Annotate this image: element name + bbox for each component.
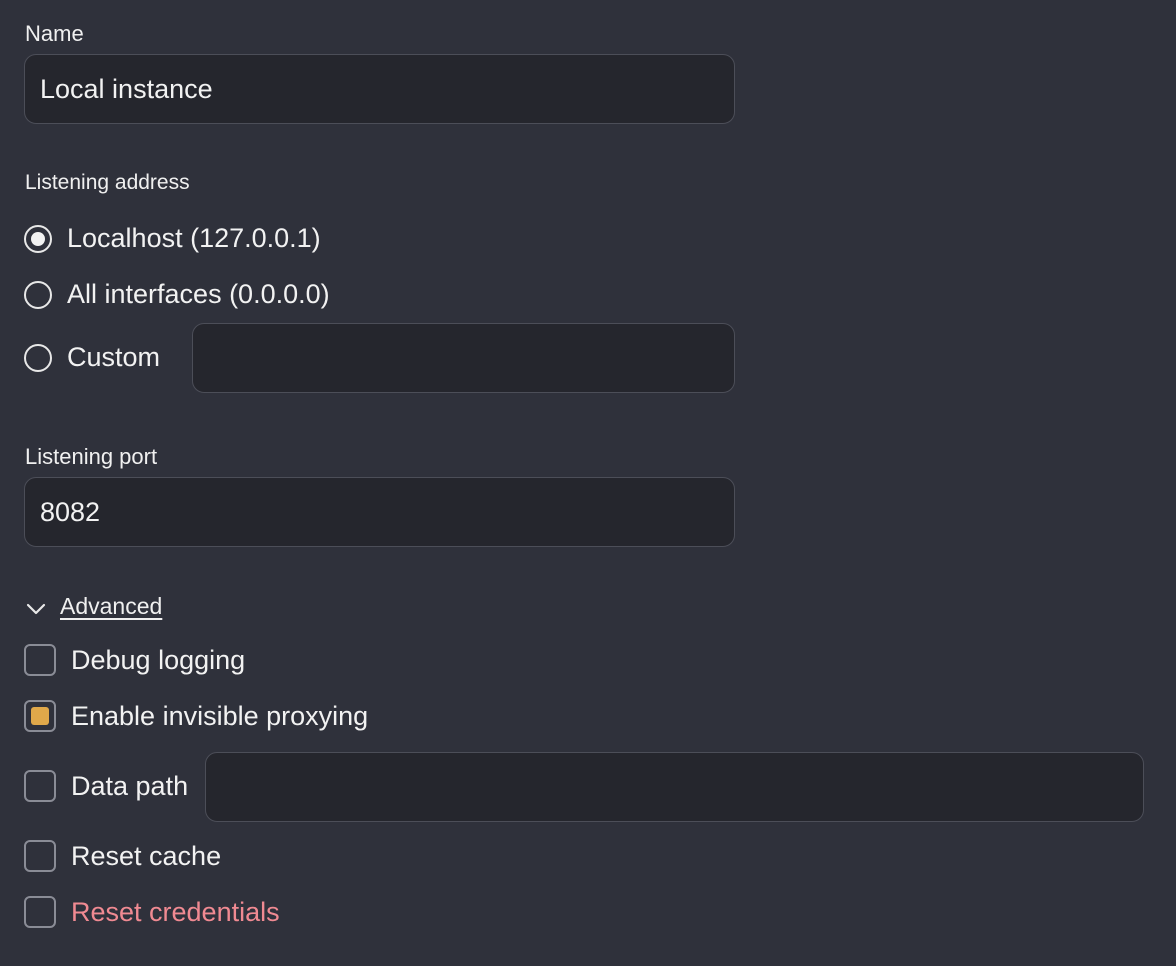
radio-localhost-label[interactable]: Localhost (127.0.0.1) [67,225,321,252]
listening-port-label: Listening port [25,444,158,469]
radio-custom[interactable] [24,344,52,372]
name-input[interactable] [24,54,735,124]
invisible-proxying-label[interactable]: Enable invisible proxying [71,703,368,730]
advanced-toggle[interactable]: Advanced [60,595,162,618]
invisible-proxying-checkbox[interactable] [24,700,56,732]
data-path-label[interactable]: Data path [71,773,188,800]
debug-logging-label[interactable]: Debug logging [71,647,245,674]
debug-logging-checkbox[interactable] [24,644,56,676]
reset-credentials-label[interactable]: Reset credentials [71,899,280,926]
custom-address-input[interactable] [192,323,735,393]
radio-localhost[interactable] [24,225,52,253]
radio-custom-label[interactable]: Custom [67,344,160,371]
radio-all-interfaces[interactable] [24,281,52,309]
chevron-down-icon[interactable] [25,598,47,620]
proxy-listener-form: Name Listening address Localhost (127.0.… [0,0,1176,966]
radio-all-interfaces-label[interactable]: All interfaces (0.0.0.0) [67,281,330,308]
listening-address-label: Listening address [25,171,190,194]
data-path-checkbox[interactable] [24,770,56,802]
reset-cache-checkbox[interactable] [24,840,56,872]
reset-credentials-checkbox[interactable] [24,896,56,928]
reset-cache-label[interactable]: Reset cache [71,843,221,870]
name-label: Name [25,21,84,46]
listening-port-input[interactable] [24,477,735,547]
data-path-input[interactable] [205,752,1144,822]
